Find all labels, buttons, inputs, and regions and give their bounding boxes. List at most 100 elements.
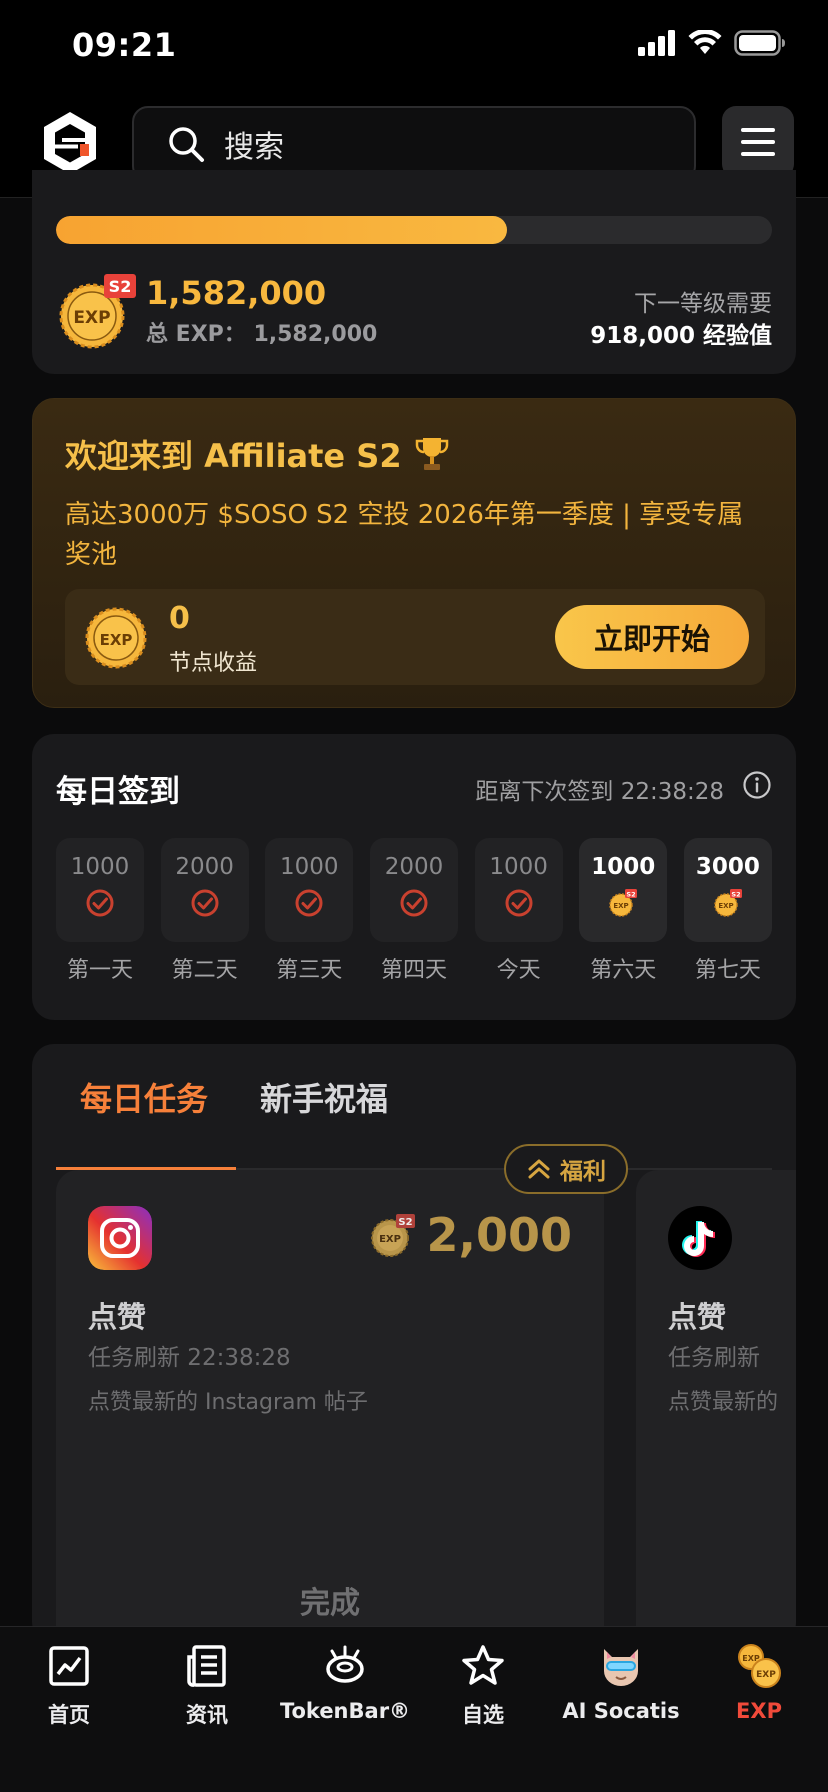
affiliate-title-text: 欢迎来到 Affiliate S2 <box>65 437 402 475</box>
check-circle-icon <box>86 889 114 917</box>
double-chevron-up-icon <box>528 1159 550 1179</box>
tiktok-icon <box>668 1206 732 1270</box>
checkin-day-label: 第七天 <box>694 958 761 983</box>
checkin-day-label: 第三天 <box>276 958 343 983</box>
task-refresh-time: 任务刷新 <box>668 1345 760 1371</box>
checkin-day-box: 1000 <box>56 838 144 942</box>
nav-item-home[interactable]: 首页 <box>0 1643 138 1729</box>
svg-text:S2: S2 <box>399 1217 413 1228</box>
exp-progress-fill <box>56 216 508 244</box>
affiliate-title: 欢迎来到 Affiliate S2 <box>65 431 452 477</box>
exp-s2-badge-icon: EXP S2 <box>59 274 136 349</box>
checkin-day-box: 2000 <box>369 838 458 942</box>
checkin-title: 每日签到 <box>56 774 180 810</box>
exp-progress-bar <box>56 216 772 244</box>
svg-text:EXP: EXP <box>73 308 110 328</box>
checkin-day-amount: 1000 <box>280 854 339 880</box>
checkin-countdown: 距离下次签到 22:38:28 <box>475 779 724 805</box>
affiliate-earnings-panel: EXP 0 节点收益 立即开始 <box>65 589 765 685</box>
svg-text:S2: S2 <box>627 891 636 899</box>
task-refresh-time: 任务刷新 22:38:28 <box>88 1345 291 1371</box>
exp-s2-coin-icon: EXP S2 <box>714 889 742 917</box>
welfare-badge[interactable]: 福利 <box>504 1144 628 1194</box>
checkin-day-amount: 2000 <box>175 854 234 880</box>
checkin-day-label: 第四天 <box>380 958 447 983</box>
task-name: 点赞 <box>668 1300 727 1334</box>
search-icon <box>169 127 204 162</box>
search-placeholder: 搜索 <box>224 130 284 165</box>
exp-s2-coin-icon: EXP S2 <box>371 1214 416 1257</box>
bottom-nav: 首页 资讯 TokenBar® 自选 AI Socatis EXP EXP EX… <box>0 1626 828 1792</box>
nav-item-exp[interactable]: EXP EXP EXP <box>690 1643 828 1723</box>
checkin-day[interactable]: 1000 今天 <box>474 838 563 984</box>
hamburger-icon <box>741 128 775 132</box>
checkin-day-amount: 2000 <box>384 854 444 880</box>
checkin-day-box: 3000 EXP S2 <box>683 838 772 942</box>
task-description: 点赞最新的 <box>668 1390 779 1415</box>
trophy-icon <box>415 438 448 470</box>
checkin-day[interactable]: 1000 第三天 <box>265 838 354 984</box>
nav-item-watchlist[interactable]: 自选 <box>414 1643 552 1729</box>
check-circle-icon <box>191 889 219 917</box>
tasks-card: 每日任务 新手祝福 EXP S2 2,000 点赞 任务刷新 22:38:28 … <box>32 1044 796 1644</box>
check-circle-icon <box>295 889 323 917</box>
svg-text:EXP: EXP <box>100 631 133 649</box>
next-level-value: 918,000 经验值 <box>590 323 772 349</box>
task-name: 点赞 <box>88 1300 147 1334</box>
next-level-label: 下一等级需要 <box>634 291 772 317</box>
task-card-tiktok[interactable]: 点赞 任务刷新 点赞最新的 <box>636 1170 796 1644</box>
nav-label: TokenBar® <box>279 1699 411 1723</box>
task-description: 点赞最新的 Instagram 帖子 <box>88 1390 368 1415</box>
nav-label: 首页 <box>48 1703 90 1727</box>
checkin-day[interactable]: 1000 第一天 <box>56 838 144 984</box>
svg-text:EXP: EXP <box>614 902 629 910</box>
checkin-day-label: 第六天 <box>590 958 657 983</box>
start-now-button[interactable]: 立即开始 <box>555 605 749 669</box>
nav-label: 资讯 <box>186 1703 228 1727</box>
exp-value: 1,582,000 <box>146 274 327 312</box>
task-tabs: 每日任务 新手祝福 <box>56 1074 772 1170</box>
affiliate-description: 高达3000万 $SOSO S2 空投 2026年第一季度 | 享受专属奖池 <box>65 500 744 570</box>
tab-daily-tasks[interactable]: 每日任务 <box>80 1074 208 1120</box>
daily-checkin-card: 每日签到 距离下次签到 22:38:28 1000 第一天 2000 第二天 1000 第… <box>32 734 796 1020</box>
checkin-day[interactable]: 2000 第四天 <box>369 838 458 984</box>
svg-text:EXP: EXP <box>718 902 733 910</box>
instagram-icon <box>88 1206 152 1270</box>
task-status-completed: 完成 <box>300 1586 360 1621</box>
check-circle-icon <box>400 889 428 917</box>
checkin-day[interactable]: 3000 EXP S2 第七天 <box>683 838 772 984</box>
task-reward-value: 2,000 <box>426 1208 572 1262</box>
affiliate-earnings-label: 节点收益 <box>169 651 258 676</box>
welfare-badge-label: 福利 <box>560 1159 606 1185</box>
nav-label: 自选 <box>462 1703 504 1727</box>
exp-total: 总 EXP： 1,582,000 <box>146 316 377 348</box>
wifi-icon <box>688 30 722 54</box>
svg-text:EXP: EXP <box>756 1670 776 1680</box>
checkin-day[interactable]: 1000 EXP S2 第六天 <box>579 838 668 984</box>
check-circle-icon <box>505 889 533 917</box>
sosovalue-logo-icon[interactable] <box>40 110 100 176</box>
checkin-day-amount: 3000 <box>695 854 760 880</box>
status-time: 09:21 <box>72 26 177 64</box>
hamburger-line <box>741 140 775 144</box>
checkin-day-box: 2000 <box>160 838 249 942</box>
tab-newbie-blessing[interactable]: 新手祝福 <box>260 1074 388 1120</box>
affiliate-earnings-value: 0 <box>169 601 190 636</box>
checkin-day[interactable]: 2000 第二天 <box>160 838 249 984</box>
battery-icon <box>734 30 785 56</box>
checkin-day-amount: 1000 <box>591 854 656 880</box>
nav-label: AI Socatis <box>562 1699 680 1723</box>
menu-button[interactable] <box>722 106 794 178</box>
tokenbar-icon <box>326 1645 364 1683</box>
svg-text:EXP: EXP <box>380 1234 402 1245</box>
nav-item-news[interactable]: 资讯 <box>138 1643 276 1729</box>
task-card-instagram[interactable]: EXP S2 2,000 点赞 任务刷新 22:38:28 点赞最新的 Inst… <box>56 1170 604 1644</box>
checkin-day-box: 1000 <box>265 838 354 942</box>
nav-item-tokenbar[interactable]: TokenBar® <box>276 1643 414 1723</box>
info-icon[interactable] <box>742 770 772 800</box>
svg-text:S2: S2 <box>731 891 740 899</box>
nav-label: EXP <box>736 1699 782 1723</box>
nav-item-ai-socatis[interactable]: AI Socatis <box>552 1643 690 1723</box>
news-icon <box>187 1645 226 1687</box>
star-icon <box>462 1645 504 1685</box>
